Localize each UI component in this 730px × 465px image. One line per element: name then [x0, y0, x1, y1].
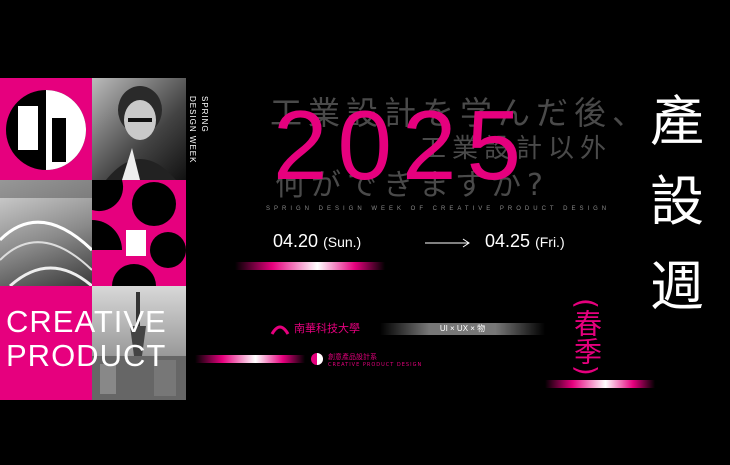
product-text: PRODUCT — [6, 338, 167, 373]
gradient-bar-1 — [235, 262, 385, 270]
start-date: 04.20 (Sun.) — [273, 231, 361, 252]
left-collage: CREATIVE PRODUCT — [0, 78, 186, 400]
department-name: 創意產品設計系 — [328, 353, 377, 361]
year-title: 2025 — [273, 90, 532, 200]
department-logo-icon — [311, 353, 323, 365]
arrow-right-icon — [425, 238, 470, 248]
start-day: (Sun.) — [323, 234, 362, 250]
university-logo-icon — [270, 325, 290, 335]
vertical-design-week-text: DESIGN WEEK — [188, 96, 197, 164]
portrait-photo — [92, 78, 186, 180]
end-day: (Fri.) — [535, 234, 565, 250]
start-date-value: 04.20 — [273, 231, 319, 251]
gradient-bar-2 — [195, 355, 305, 363]
end-date: 04.25 (Fri.) — [485, 231, 565, 252]
university-name: 南華科技大學 — [294, 322, 360, 335]
title-char-3: 週 — [650, 255, 704, 318]
creative-text: CREATIVE — [6, 304, 167, 339]
department-name-en: CREATIVE PRODUCT DESIGN — [328, 362, 423, 368]
logo-mark-tile — [0, 78, 92, 180]
subtitle: SPRIGN DESIGN WEEK OF CREATIVE PRODUCT D… — [266, 206, 611, 212]
vertical-spring-text: SPRING — [200, 96, 209, 133]
architecture-photo — [0, 180, 92, 286]
ui-ux-tag: UI × UX × 物 — [380, 323, 545, 335]
title-char-1: 產 — [650, 90, 704, 153]
end-date-value: 04.25 — [485, 231, 531, 251]
title-char-2: 設 — [650, 170, 704, 233]
geometric-pattern-tile — [92, 180, 186, 286]
season-label: (春季) — [570, 298, 603, 376]
circle-logo-icon — [6, 90, 86, 170]
gradient-bar-3 — [545, 380, 655, 388]
